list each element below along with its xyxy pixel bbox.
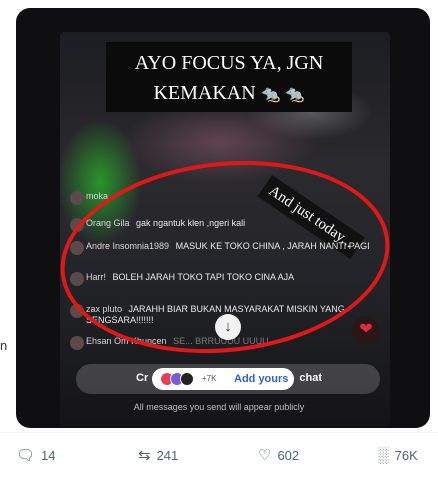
reply-count: 14 <box>41 448 56 463</box>
avatar <box>70 336 84 350</box>
add-yours-label: Add yours <box>234 373 289 385</box>
tweet-actions-bar: 🗨 14 ⇆ 241 ♡ 602 ░ 76K <box>0 446 438 466</box>
chat-bar-left-text: Cr <box>136 372 149 384</box>
like-count: 602 <box>277 448 300 463</box>
reply-icon: 🗨 <box>16 447 36 464</box>
add-yours-button[interactable]: +7K Add yours <box>152 368 294 390</box>
repost-count: 241 <box>156 448 179 463</box>
like-button[interactable]: ♡ 602 <box>258 446 299 466</box>
banner-line-2-text: KEMAKAN <box>153 82 256 104</box>
scroll-down-icon[interactable]: ↓ <box>215 314 241 340</box>
like-icon: ♡ <box>258 447 272 464</box>
public-messages-note: All messages you send will appear public… <box>133 402 305 412</box>
rat-emoji: 🐀 🐀 <box>260 86 305 103</box>
video-banner: AYO FOCUS YA, JGN KEMAKAN 🐀 🐀 <box>106 42 352 112</box>
repost-button[interactable]: ⇆ 241 <box>138 446 178 466</box>
chat-bar-right-text: chat <box>299 372 322 384</box>
divider <box>0 432 438 433</box>
participant-avatars <box>160 372 196 386</box>
banner-line-1: AYO FOCUS YA, JGN <box>134 52 324 74</box>
side-text-fragment: n <box>0 338 8 353</box>
views-count: 76K <box>394 448 418 463</box>
reply-button[interactable]: 🗨 14 <box>16 446 56 466</box>
avatar <box>70 191 84 205</box>
repost-icon: ⇆ <box>138 447 151 464</box>
views-button[interactable]: ░ 76K <box>378 446 418 466</box>
heart-icon[interactable]: ❤ <box>352 316 380 344</box>
banner-line-2: KEMAKAN 🐀 🐀 <box>106 78 352 110</box>
views-icon: ░ <box>378 447 389 464</box>
add-yours-count: +7K <box>202 374 217 383</box>
avatar <box>180 372 194 386</box>
